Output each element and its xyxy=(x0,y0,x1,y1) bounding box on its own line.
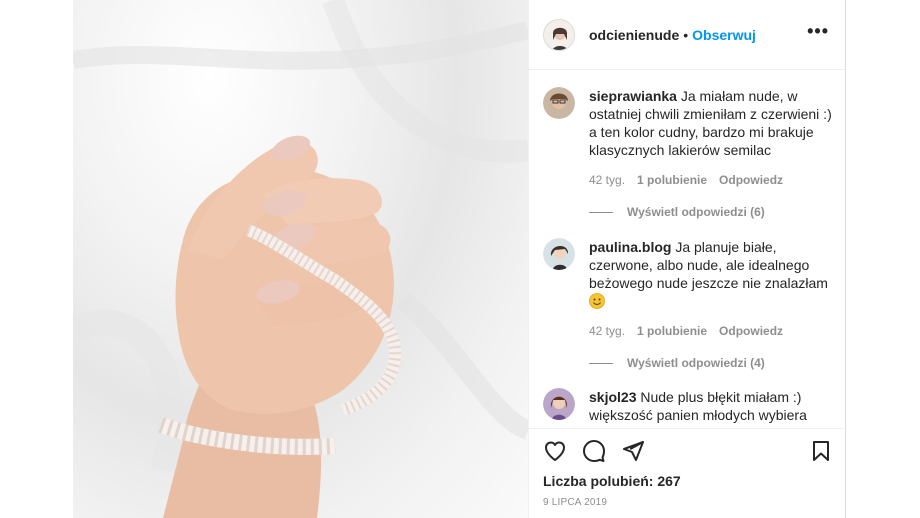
smiling-face-emoji-icon xyxy=(589,293,605,309)
action-icon-row xyxy=(543,429,833,473)
heart-icon[interactable] xyxy=(543,439,567,463)
comment-username[interactable]: paulina.blog xyxy=(589,239,671,255)
replies-divider xyxy=(589,362,613,364)
view-replies-button[interactable]: Wyświetl odpowiedzi (6) xyxy=(589,205,835,219)
likes-count[interactable]: Liczba polubień: 267 xyxy=(543,473,833,489)
commenter-avatar[interactable] xyxy=(543,87,575,119)
post-header: odcienienude • Obserwuj ••• xyxy=(529,0,845,70)
comment-item: skjol23 Nude plus błękit miałam :) więks… xyxy=(543,388,835,424)
replies-divider xyxy=(589,211,613,213)
commenter-avatar-image xyxy=(543,87,575,119)
author-username[interactable]: odcienienude xyxy=(589,27,679,43)
share-icon[interactable] xyxy=(621,439,645,463)
author-avatar-image xyxy=(544,19,574,50)
post-actions: Liczba polubień: 267 9 LIPCA 2019 xyxy=(529,428,847,518)
comment-text-block: paulina.blog Ja planuje białe, czerwone,… xyxy=(589,238,835,310)
comment-item: paulina.blog Ja planuje białe, czerwone,… xyxy=(543,238,835,370)
comment-text-block: sieprawianka Ja miałam nude, w ostatniej… xyxy=(589,87,835,159)
post-photo[interactable] xyxy=(73,0,528,518)
author-avatar[interactable] xyxy=(543,18,575,51)
comment-age[interactable]: 42 tyg. xyxy=(589,324,625,338)
view-replies-button[interactable]: Wyświetl odpowiedzi (4) xyxy=(589,356,835,370)
hand-with-lace-photo xyxy=(73,0,528,518)
reply-button[interactable]: Odpowiedz xyxy=(719,324,783,338)
bookmark-icon[interactable] xyxy=(809,439,833,463)
comment-icon[interactable] xyxy=(582,439,606,463)
reply-button[interactable]: Odpowiedz xyxy=(719,173,783,187)
comment-meta: 42 tyg. 1 polubienie Odpowiedz xyxy=(589,173,835,187)
commenter-avatar[interactable] xyxy=(543,238,575,270)
comment-username[interactable]: skjol23 xyxy=(589,389,636,405)
comment-meta: 42 tyg. 1 polubienie Odpowiedz xyxy=(589,324,835,338)
commenter-avatar-image xyxy=(543,238,575,270)
more-options-button[interactable]: ••• xyxy=(805,21,831,48)
view-replies-label: Wyświetl odpowiedzi (4) xyxy=(627,356,765,370)
commenter-avatar-image xyxy=(543,388,575,420)
follow-button[interactable]: Obserwuj xyxy=(692,27,756,43)
comment-likes[interactable]: 1 polubienie xyxy=(637,324,707,338)
commenter-avatar[interactable] xyxy=(543,388,575,420)
post-date[interactable]: 9 LIPCA 2019 xyxy=(543,497,833,508)
comment-likes[interactable]: 1 polubienie xyxy=(637,173,707,187)
view-replies-label: Wyświetl odpowiedzi (6) xyxy=(627,205,765,219)
header-separator: • xyxy=(683,26,689,43)
comments-list[interactable]: sieprawianka Ja miałam nude, w ostatniej… xyxy=(529,71,847,427)
comment-item: sieprawianka Ja miałam nude, w ostatniej… xyxy=(543,87,835,219)
comment-age[interactable]: 42 tyg. xyxy=(589,173,625,187)
comment-username[interactable]: sieprawianka xyxy=(589,88,677,104)
comment-text-block: skjol23 Nude plus błękit miałam :) więks… xyxy=(589,388,835,424)
post-side-panel: odcienienude • Obserwuj ••• sieprawianka… xyxy=(528,0,847,518)
